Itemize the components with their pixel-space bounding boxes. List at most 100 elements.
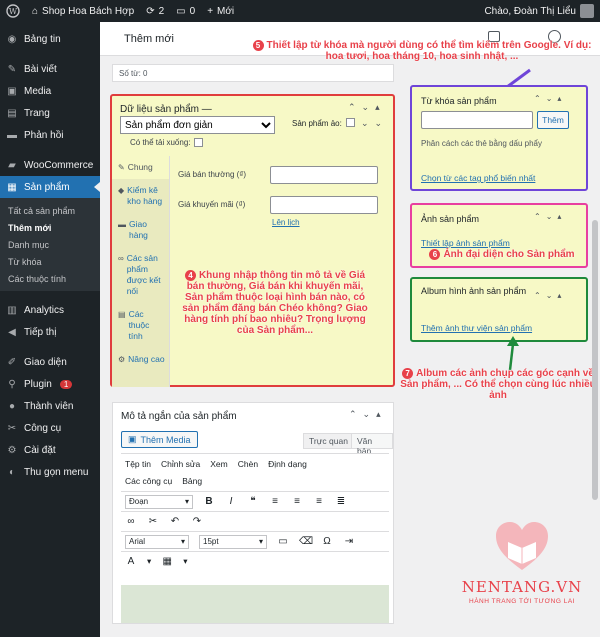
tab-inventory[interactable]: ◆ Kiểm kê kho hàng — [112, 179, 169, 213]
collapse-toggle-icon[interactable]: ▴ — [375, 102, 380, 113]
menu-posts[interactable]: ✎ Bài viết — [0, 58, 100, 80]
comments-link[interactable]: ▭ 0 — [170, 0, 201, 22]
table-icon[interactable]: ▦ — [161, 556, 173, 567]
collapse-toggle-icon[interactable]: ▴ — [557, 291, 561, 300]
menu-dashboard[interactable]: ◉ Bảng tin — [0, 28, 100, 50]
chevron-down-icon[interactable]: ⌄ — [362, 102, 370, 113]
woo-icon: ▰ — [8, 159, 16, 171]
tab-attributes[interactable]: ▤ Các thuộc tính — [112, 303, 169, 348]
regular-price-input[interactable] — [270, 166, 378, 184]
collapse-toggle-icon[interactable]: ▴ — [557, 94, 561, 103]
paste-icon[interactable]: ▭ — [277, 536, 289, 547]
menu-view[interactable]: Xem — [210, 459, 227, 469]
unlink-icon[interactable]: ✂ — [147, 516, 159, 527]
font-family-select[interactable]: Arial ▾ — [125, 534, 189, 549]
tab-advanced[interactable]: ⚙ Nâng cao — [112, 348, 169, 371]
menu-pages[interactable]: ▤ Trang — [0, 102, 100, 124]
wp-logo-icon[interactable]: W — [0, 0, 26, 22]
redo-icon[interactable]: ↷ — [191, 516, 203, 527]
add-tag-button[interactable]: Thêm — [537, 111, 569, 129]
menu-label: Analytics — [24, 304, 65, 316]
tab-general[interactable]: ✎ Chung — [112, 156, 169, 179]
special-char-icon[interactable]: Ω — [321, 536, 333, 547]
chevron-down-icon[interactable]: ⌄ — [546, 94, 553, 103]
submenu-categories[interactable]: Danh mục — [0, 236, 100, 253]
collapse-toggle-icon[interactable]: ▴ — [376, 409, 381, 420]
menu-insert[interactable]: Chèn — [238, 459, 258, 469]
indent-icon[interactable]: ⇥ — [343, 536, 355, 547]
tab-text[interactable]: Văn bản — [351, 433, 393, 456]
chevron-down-icon[interactable]: ⌄ — [546, 291, 553, 300]
virtual-checkbox[interactable] — [346, 118, 355, 127]
submenu-all-products[interactable]: Tất cả sản phẩm — [0, 202, 100, 219]
new-content-link[interactable]: + Mới — [201, 0, 240, 22]
bold-icon[interactable]: B — [203, 496, 215, 507]
chevron-up-icon[interactable]: ⌃ — [534, 212, 541, 221]
submenu-add-new[interactable]: Thêm mới — [0, 219, 100, 236]
chevron-down-icon[interactable]: ⌄ — [375, 118, 383, 129]
chevron-up-icon[interactable]: ⌃ — [348, 102, 356, 113]
menu-tools[interactable]: ✂ Công cụ — [0, 417, 100, 439]
submenu-attributes[interactable]: Các thuộc tính — [0, 270, 100, 287]
collapse-toggle-icon[interactable]: ▴ — [557, 212, 561, 221]
downloadable-checkbox[interactable] — [194, 138, 204, 147]
link-icon[interactable]: ∞ — [125, 516, 137, 527]
products-submenu: Tất cả sản phẩm Thêm mới Danh mục Từ khó… — [0, 198, 100, 291]
blockquote-icon[interactable]: ❝ — [247, 496, 259, 507]
menu-media[interactable]: ▣ Media — [0, 80, 100, 102]
undo-icon[interactable]: ↶ — [169, 516, 181, 527]
sale-price-input[interactable] — [270, 196, 378, 214]
chevron-down-icon[interactable]: ⌄ — [546, 212, 553, 221]
dropdown-icon[interactable]: ▾ — [147, 556, 151, 567]
menu-plugins[interactable]: ⚲ Plugin 1 — [0, 373, 100, 395]
menu-settings[interactable]: ⚙ Cài đặt — [0, 439, 100, 461]
menu-marketing[interactable]: ◀ Tiếp thị — [0, 321, 100, 343]
product-type-select[interactable]: Sản phẩm đơn giản — [120, 116, 275, 134]
justify-icon[interactable]: ≣ — [335, 496, 347, 507]
align-right-icon[interactable]: ≡ — [313, 496, 325, 507]
chevron-down-icon[interactable]: ⌄ — [363, 409, 371, 420]
chevron-down-icon[interactable]: ⌄ — [361, 118, 369, 129]
tab-shipping[interactable]: ▬ Giao hàng — [112, 213, 169, 247]
menu-appearance[interactable]: ✐ Giao diện — [0, 351, 100, 373]
menu-comments[interactable]: ▬ Phản hồi — [0, 124, 100, 146]
align-left-icon[interactable]: ≡ — [269, 496, 281, 507]
menu-table[interactable]: Bảng — [182, 476, 202, 486]
set-product-image-link[interactable]: Thiết lập ảnh sản phẩm — [421, 238, 510, 248]
annotation-7: 7 Album các ảnh chụp các góc cạnh về Sản … — [396, 368, 600, 401]
add-media-button[interactable]: ▣ Thêm Media — [121, 431, 198, 448]
menu-products[interactable]: ▦ Sản phẩm — [0, 176, 100, 198]
menu-format[interactable]: Định dạng — [268, 459, 307, 469]
tab-linked-products[interactable]: ∞ Các sản phẩm được kết nối — [112, 247, 169, 303]
menu-analytics[interactable]: ▥ Analytics — [0, 299, 100, 321]
menu-file[interactable]: Tệp tin — [125, 459, 151, 469]
page-scrollbar[interactable] — [592, 220, 598, 500]
tag-input[interactable] — [421, 111, 533, 129]
menu-tools[interactable]: Các công cụ — [125, 476, 172, 486]
tab-visual[interactable]: Trực quan — [303, 433, 354, 449]
updates-link[interactable]: ⟳ 2 — [140, 0, 170, 22]
tab-label: Chung — [127, 162, 153, 172]
format-select[interactable]: Đoạn ▾ — [125, 494, 193, 509]
submenu-tags[interactable]: Từ khóa — [0, 253, 100, 270]
menu-edit[interactable]: Chỉnh sửa — [161, 459, 200, 469]
heart-book-icon — [492, 518, 552, 574]
chevron-up-icon[interactable]: ⌃ — [349, 409, 357, 420]
font-size-select[interactable]: 15pt ▾ — [199, 534, 267, 549]
dropdown-icon[interactable]: ▾ — [183, 556, 187, 567]
site-name-link[interactable]: ⌂ Shop Hoa Bách Hợp — [26, 0, 140, 22]
short-description-editor[interactable] — [121, 585, 389, 623]
italic-icon[interactable]: I — [225, 496, 237, 507]
menu-collapse[interactable]: ◐ Thu gọn menu — [0, 461, 100, 483]
text-color-icon[interactable]: A — [125, 556, 137, 567]
menu-woocommerce[interactable]: ▰ WooCommerce — [0, 154, 100, 176]
menu-users[interactable]: ● Thành viên — [0, 395, 100, 417]
schedule-link[interactable]: Lên lịch — [272, 218, 300, 227]
popular-tags-link[interactable]: Chọn từ các tag phổ biến nhất — [421, 173, 535, 183]
user-account-link[interactable]: Chào, Đoàn Thị Liểu — [478, 0, 600, 22]
chevron-up-icon[interactable]: ⌃ — [534, 94, 541, 103]
align-center-icon[interactable]: ≡ — [291, 496, 303, 507]
clear-format-icon[interactable]: ⌫ — [299, 536, 313, 547]
chevron-up-icon[interactable]: ⌃ — [534, 291, 541, 300]
add-gallery-images-link[interactable]: Thêm ảnh thư viện sản phẩm — [421, 323, 532, 333]
